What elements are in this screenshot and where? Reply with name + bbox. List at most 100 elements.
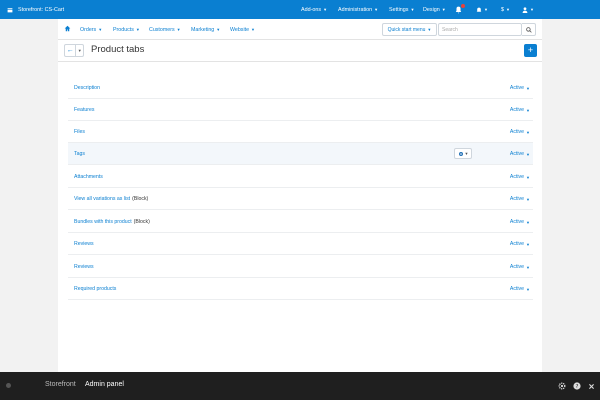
notification-badge xyxy=(461,4,465,8)
nav-orders-label: Orders xyxy=(80,26,97,33)
caret-down-icon: ▼ xyxy=(374,7,379,12)
caret-down-icon: ▼ xyxy=(526,85,530,91)
user-menu-button[interactable]: ▼ xyxy=(522,0,534,19)
caret-down-icon: ▼ xyxy=(135,27,140,32)
tab-name-link[interactable]: Features xyxy=(74,99,96,121)
status-dropdown[interactable]: Active ▼ xyxy=(510,211,530,233)
page-title: Product tabs xyxy=(91,44,145,55)
search-icon xyxy=(525,26,532,33)
tab-name-link[interactable]: Description xyxy=(74,77,102,99)
nav-products[interactable]: Products ▼ xyxy=(113,19,140,40)
menu-add-ons[interactable]: Add-ons ▼ xyxy=(301,0,327,19)
status-dropdown[interactable]: Active ▼ xyxy=(510,278,530,300)
nav-website[interactable]: Website ▼ xyxy=(230,19,255,40)
menu-settings-label: Settings xyxy=(389,6,409,13)
gear-icon xyxy=(558,382,566,390)
menu-administration[interactable]: Administration ▼ xyxy=(338,0,378,19)
list-item: Bundles with this product (Block) Active ▼ xyxy=(68,211,533,233)
status-label: Active xyxy=(509,174,525,180)
row-actions-button[interactable]: ▼ xyxy=(454,148,472,159)
search-button[interactable] xyxy=(522,23,536,36)
caret-down-icon: ▼ xyxy=(526,196,530,202)
tab-name: Reviews xyxy=(74,264,94,270)
status-dropdown[interactable]: Active ▼ xyxy=(510,256,530,278)
caret-down-icon: ▼ xyxy=(441,7,446,12)
arrow-left-icon: ← xyxy=(65,45,77,56)
status-dropdown[interactable]: Active ▼ xyxy=(510,166,530,188)
admin-panel-link[interactable]: Admin panel xyxy=(85,381,124,388)
caret-down-icon: ▼ xyxy=(526,264,530,270)
caret-down-icon[interactable]: ▼ xyxy=(76,45,83,56)
caret-down-icon: ▼ xyxy=(526,174,530,180)
status-dropdown[interactable]: Active ▼ xyxy=(510,143,530,165)
status-dropdown[interactable]: Active ▼ xyxy=(510,188,530,210)
tab-name: Files xyxy=(74,129,85,135)
tab-name: Description xyxy=(74,85,100,91)
logo-icon xyxy=(6,383,11,388)
notifications-button[interactable] xyxy=(455,0,462,19)
store-name: Storefront: CS-Cart xyxy=(18,6,65,13)
top-admin-bar: Storefront: CS-Cart Add-ons ▼ Administrat… xyxy=(0,0,600,19)
home-icon[interactable] xyxy=(64,25,71,32)
list-item: Tags ▼ Active ▼ xyxy=(68,143,533,165)
tab-name-link[interactable]: Reviews xyxy=(74,233,96,255)
caret-down-icon: ▼ xyxy=(526,151,530,157)
main-navigation: Orders ▼ Products ▼ Customers ▼ Marketing ▼ … xyxy=(58,19,542,40)
status-label: Active xyxy=(509,286,525,292)
menu-settings[interactable]: Settings ▼ xyxy=(389,0,414,19)
logo xyxy=(6,383,11,388)
quick-start-menu-button[interactable]: Quick start menu ▼ xyxy=(382,23,437,36)
tab-name: Bundles with this product xyxy=(74,219,132,225)
tab-name-link[interactable]: Files xyxy=(74,121,87,143)
store-icon xyxy=(7,7,13,12)
nav-orders[interactable]: Orders ▼ xyxy=(80,19,102,40)
list-item: Files Active ▼ xyxy=(68,121,533,143)
add-tab-button[interactable]: + xyxy=(524,44,537,57)
caret-down-icon: ▼ xyxy=(526,219,530,225)
help-menu-button[interactable]: ▼ xyxy=(476,0,488,19)
list-item: Description Active ▼ xyxy=(68,77,533,99)
caret-down-icon: ▼ xyxy=(464,151,469,156)
caret-down-icon: ▼ xyxy=(526,107,530,113)
tab-name-link[interactable]: Reviews xyxy=(74,256,96,278)
bottom-panel: Storefront Admin panel ? xyxy=(0,372,600,400)
caret-down-icon: ▼ xyxy=(216,27,221,32)
tab-type: (Block) xyxy=(132,196,149,202)
status-dropdown[interactable]: Active ▼ xyxy=(510,233,530,255)
caret-down-icon: ▼ xyxy=(323,7,328,12)
nav-customers[interactable]: Customers ▼ xyxy=(149,19,181,40)
list-item: Reviews Active ▼ xyxy=(68,233,533,255)
caret-down-icon: ▼ xyxy=(526,129,530,135)
page-header: ← ▼ Product tabs + xyxy=(58,40,542,62)
storefront-selector[interactable]: Storefront: CS-Cart xyxy=(7,0,64,19)
nav-website-label: Website xyxy=(230,26,250,33)
search-input[interactable] xyxy=(438,23,522,36)
status-label: Active xyxy=(509,107,525,113)
gear-icon xyxy=(458,151,463,156)
quick-start-label: Quick start menu xyxy=(387,26,426,33)
help-button[interactable]: ? xyxy=(571,380,583,392)
tab-name-link[interactable]: Bundles with this product (Block) xyxy=(74,211,150,233)
nav-marketing[interactable]: Marketing ▼ xyxy=(191,19,220,40)
currency-selector[interactable]: $ ▼ xyxy=(501,0,510,19)
menu-design[interactable]: Design ▼ xyxy=(423,0,446,19)
bell-icon xyxy=(476,7,482,12)
status-dropdown[interactable]: Active ▼ xyxy=(510,77,530,99)
tab-name-link[interactable]: View all variations as list (Block) xyxy=(74,188,148,210)
close-icon xyxy=(588,383,594,389)
status-dropdown[interactable]: Active ▼ xyxy=(510,99,530,121)
tab-name-link[interactable]: Required products xyxy=(74,278,118,300)
tab-name-link[interactable]: Tags xyxy=(74,143,87,165)
status-label: Active xyxy=(509,129,525,135)
tab-name-link[interactable]: Attachments xyxy=(74,166,105,188)
tab-name: Required products xyxy=(74,286,117,292)
list-item: Required products Active ▼ xyxy=(68,278,533,300)
back-button[interactable]: ← ▼ xyxy=(64,44,84,57)
status-dropdown[interactable]: Active ▼ xyxy=(510,121,530,143)
caret-down-icon: ▼ xyxy=(251,27,256,32)
close-button[interactable] xyxy=(585,380,597,392)
settings-button[interactable] xyxy=(556,380,568,392)
caret-down-icon: ▼ xyxy=(176,27,181,32)
storefront-link[interactable]: Storefront xyxy=(45,381,76,388)
status-label: Active xyxy=(509,196,525,202)
